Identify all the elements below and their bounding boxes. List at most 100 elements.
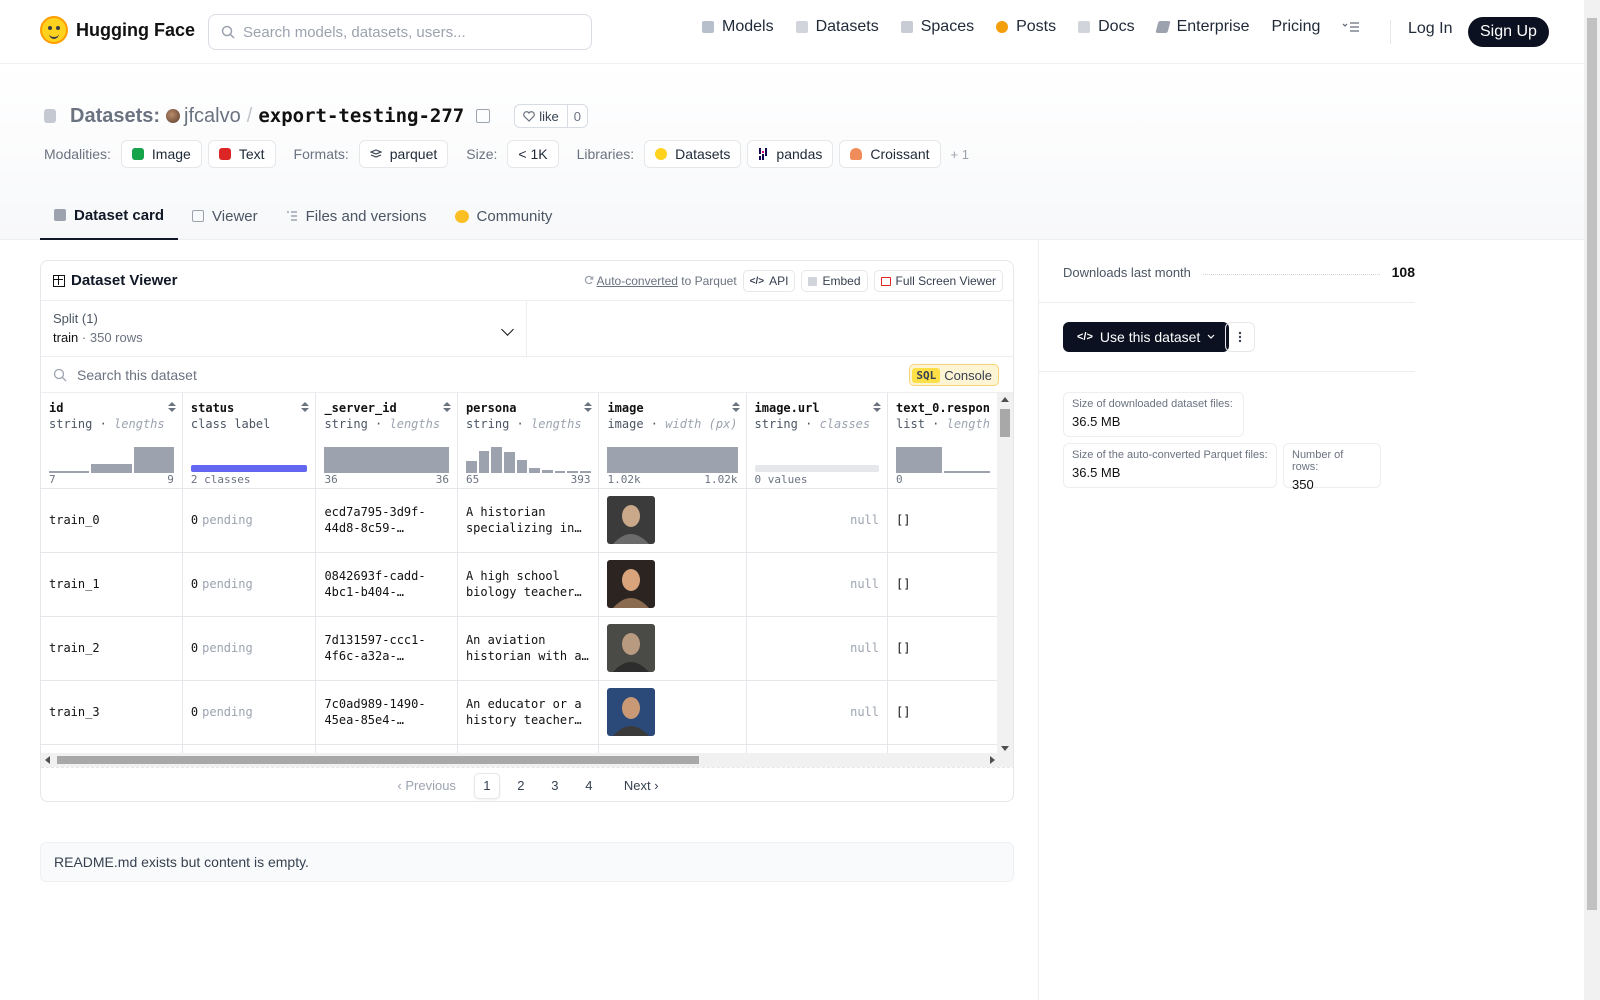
page-4-button[interactable]: 4 [576,773,602,799]
nav-posts[interactable]: Posts [996,18,1056,36]
like-button[interactable]: like 0 [514,104,588,128]
global-search-input[interactable] [243,23,573,41]
tab-viewer[interactable]: Viewer [178,192,272,240]
scroll-thumb[interactable] [57,756,699,764]
embed-button[interactable]: Embed [801,270,868,292]
histogram-bar[interactable] [478,451,490,473]
tag-pandas[interactable]: pandas [747,140,834,168]
previous-page-button[interactable]: ‹ Previous [397,778,456,793]
cell-persona[interactable]: An aviation historian with a… [457,616,600,681]
image-thumbnail[interactable] [607,496,656,544]
sort-icon[interactable] [731,402,740,414]
brand-logo[interactable]: Hugging Face [40,16,195,44]
cell-image-url[interactable]: null [746,552,889,617]
breadcrumb-owner[interactable]: jfcalvo [166,105,241,128]
sort-icon[interactable] [873,402,882,414]
table-row[interactable]: train_2 0 pending 7d131597-ccc1-4f6c-a32a-…… [41,616,999,681]
cell-text-0-response[interactable]: [] [887,488,999,553]
cell-image[interactable] [598,488,747,553]
nav-pricing[interactable]: Pricing [1271,18,1320,36]
histogram-bar[interactable] [491,447,502,473]
fullscreen-button[interactable]: Full Screen Viewer [873,270,1003,292]
nav-datasets[interactable]: Datasets [795,18,879,36]
tag-image[interactable]: Image [120,140,202,168]
page-1-button[interactable]: 1 [473,772,500,799]
scroll-up-icon[interactable] [1001,397,1009,402]
cell-server-id[interactable]: 7d131597-ccc1-4f6c-a32a-… [315,616,458,681]
tag-text[interactable]: Text [207,140,276,168]
column-header-image[interactable]: image image · width (px) 1.02k 1.02k [598,393,747,489]
image-thumbnail[interactable] [607,688,656,736]
cell-id[interactable]: train_0 [41,488,183,553]
nav-docs[interactable]: Docs [1078,18,1135,36]
histogram-bar[interactable] [896,447,943,473]
table-horizontal-scrollbar[interactable] [41,753,1013,767]
table-row[interactable] [41,744,999,753]
column-header-server-id[interactable]: _server_id string · lengths 36 36 [315,393,458,489]
split-selector[interactable]: Split (1) train · 350 rows [41,301,527,356]
table-row[interactable]: train_1 0 pending 0842693f-cadd-4bc1-b404-…… [41,552,999,617]
cell-text-0-response[interactable]: [] [887,552,999,617]
tag-croissant[interactable]: Croissant [839,140,941,168]
global-search[interactable] [208,14,592,50]
histogram-bar[interactable] [503,452,515,473]
table-vertical-scrollbar[interactable] [997,393,1013,755]
auto-converted-note[interactable]: Auto-converted to Parquet [584,274,737,288]
sort-icon[interactable] [301,402,310,414]
cell-id[interactable]: train_1 [41,552,183,617]
histogram-bar[interactable] [133,447,174,473]
more-options-button[interactable] [1225,322,1255,352]
cell-persona[interactable]: An educator or a history teacher… [457,680,600,745]
sql-console-button[interactable]: SQL Console [909,364,999,386]
cell-status[interactable]: 0 pending [182,616,317,681]
dataset-search-input[interactable] [77,366,677,383]
column-header-persona[interactable]: persona string · lengths 65 393 [457,393,600,489]
tag-datasets-lib[interactable]: Datasets [644,140,742,168]
cell-server-id[interactable]: 7c0ad989-1490-45ea-85e4-… [315,680,458,745]
api-button[interactable]: </> API [742,270,796,292]
page-2-button[interactable]: 2 [508,773,534,799]
tab-files[interactable]: Files and versions [272,192,441,240]
cell-image-url[interactable]: null [746,680,889,745]
cell-id[interactable]: train_2 [41,616,183,681]
nav-enterprise[interactable]: Enterprise [1154,18,1249,36]
cell-id[interactable]: train_3 [41,680,183,745]
copy-icon[interactable] [476,109,491,123]
nav-spaces[interactable]: Spaces [900,18,974,36]
cell-status[interactable]: 0 pending [182,552,317,617]
table-row[interactable]: train_3 0 pending 7c0ad989-1490-45ea-85e4-…… [41,680,999,745]
cell-status[interactable]: 0 pending [182,488,317,553]
tab-community[interactable]: Community [441,192,567,240]
next-page-button[interactable]: Next › [624,778,659,793]
breadcrumb-section[interactable]: Datasets: [70,105,160,128]
scroll-left-icon[interactable] [45,756,50,764]
column-header-status[interactable]: status class label 2 classes [182,393,317,489]
sort-icon[interactable] [584,402,593,414]
column-header-id[interactable]: id string · lengths 79 [41,393,183,489]
table-row[interactable]: train_0 0 pending ecd7a795-3d9f-44d8-8c59-…… [41,488,999,553]
repo-name[interactable]: export-testing-277 [258,105,464,127]
image-thumbnail[interactable] [607,624,656,672]
scroll-down-icon[interactable] [1001,746,1009,751]
sort-icon[interactable] [442,402,451,414]
auto-converted-link[interactable]: Auto-converted [597,274,678,288]
histogram-bar[interactable] [607,447,738,473]
scroll-right-icon[interactable] [990,756,995,764]
tab-dataset-card[interactable]: Dataset card [40,192,179,240]
histogram-bar[interactable] [516,460,528,473]
image-thumbnail[interactable] [607,560,656,608]
scroll-thumb[interactable] [1587,18,1597,910]
histogram-bar[interactable] [465,461,477,473]
page-3-button[interactable]: 3 [542,773,568,799]
cell-persona[interactable]: A historian specializing in… [457,488,600,553]
class-distribution-bar[interactable] [190,465,308,472]
use-dataset-button[interactable]: </> Use this dataset [1063,322,1230,352]
cell-text-0-response[interactable]: [] [887,680,999,745]
cell-persona[interactable]: A high school biology teacher… [457,552,600,617]
cell-image[interactable] [598,616,747,681]
page-scrollbar[interactable] [1584,0,1600,1000]
nav-models[interactable]: Models [702,18,774,36]
login-link[interactable]: Log In [1408,20,1452,38]
sort-icon[interactable] [167,402,176,414]
column-header-image-url[interactable]: image.url string · classes 0 values [746,393,889,489]
